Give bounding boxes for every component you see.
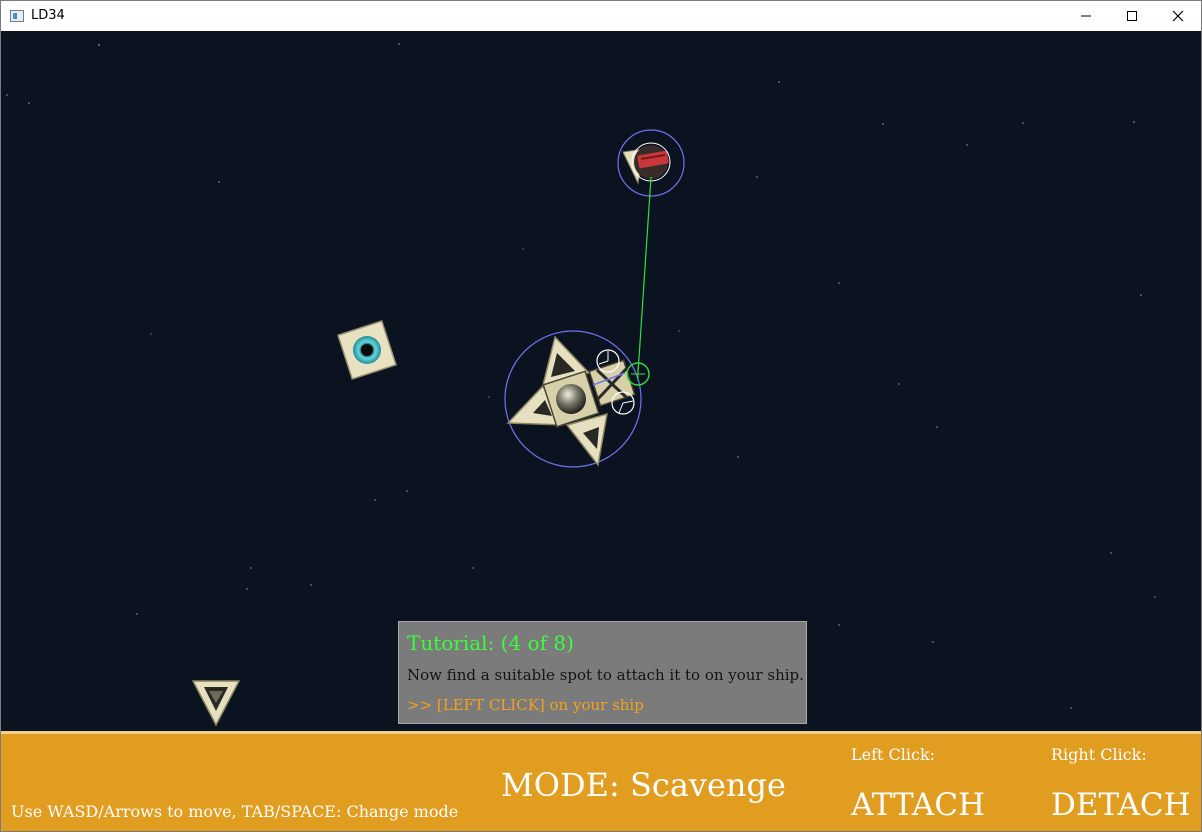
left-click-action: ATTACH	[851, 787, 986, 823]
eye-module-part[interactable]	[337, 320, 397, 380]
minimize-button[interactable]	[1063, 1, 1109, 31]
tutorial-action-hint: >> [LEFT CLICK] on your ship	[407, 696, 644, 714]
maximize-icon	[1127, 11, 1137, 21]
right-click-label: Right Click:	[1051, 745, 1147, 764]
tutorial-title: Tutorial: (4 of 8)	[407, 631, 574, 655]
game-window: LD34 Tutorial: (4 of 8) Now find a suita…	[0, 0, 1202, 832]
title-bar[interactable]: LD34	[1, 1, 1201, 31]
close-icon	[1172, 10, 1184, 22]
app-window-icon	[10, 10, 24, 22]
close-button[interactable]	[1155, 1, 1201, 31]
target-part[interactable]	[617, 129, 685, 197]
player-ship[interactable]	[504, 330, 650, 468]
game-viewport[interactable]: Tutorial: (4 of 8) Now find a suitable s…	[1, 31, 1201, 731]
tether-line	[637, 176, 652, 374]
maximize-button[interactable]	[1109, 1, 1155, 31]
controls-help-text: Use WASD/Arrows to move, TAB/SPACE: Chan…	[11, 802, 459, 821]
tutorial-body: Now find a suitable spot to attach it to…	[407, 666, 804, 684]
left-click-label: Left Click:	[851, 745, 936, 764]
minimize-icon	[1081, 15, 1091, 17]
window-title: LD34	[31, 8, 65, 23]
hud-bar: Use WASD/Arrows to move, TAB/SPACE: Chan…	[1, 731, 1201, 831]
mode-indicator: MODE: Scavenge	[501, 766, 786, 804]
tutorial-panel: Tutorial: (4 of 8) Now find a suitable s…	[398, 621, 807, 724]
loose-triangle-part[interactable]	[191, 680, 241, 727]
right-click-action: DETACH	[1051, 787, 1191, 823]
